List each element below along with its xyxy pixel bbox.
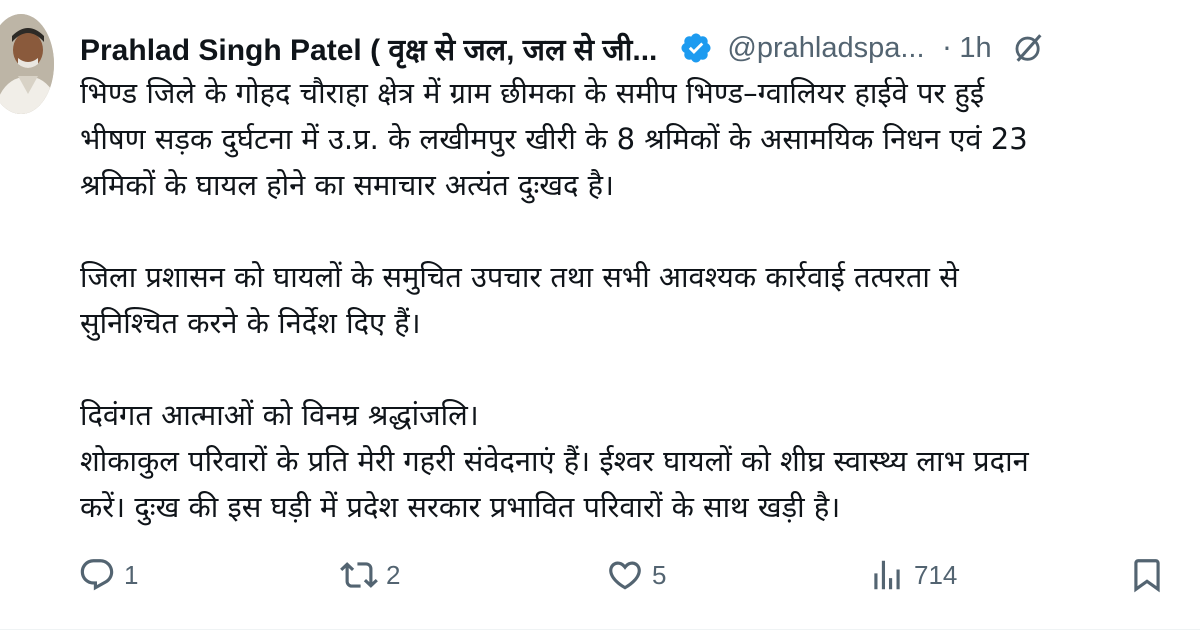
bookmark-button[interactable] [1128,552,1166,598]
bookmark-icon [1134,559,1160,593]
tweet-paragraph: जिला प्रशासन को घायलों के समुचित उपचार त… [80,254,1200,346]
reply-count: 1 [124,559,139,590]
verified-badge-icon [681,33,711,63]
tweet-line: जिला प्रशासन को घायलों के समुचित उपचार त… [80,260,959,294]
tweet-card[interactable]: Prahlad Singh Patel ( वृक्ष से जल, जल से… [0,0,1200,630]
tweet-line: दिवंगत आत्माओं को विनम्र श्रद्धांजलि। [80,398,479,432]
author-handle[interactable]: @prahladspa... [727,32,924,65]
tweet-line: करें। दुःख की इस घड़ी में प्रदेश सरकार प… [80,490,841,524]
tweet-paragraph: भिण्ड जिले के गोहद चौराहा क्षेत्र में ग्… [80,70,1200,208]
profile-photo-icon [0,14,54,114]
repost-icon [340,562,378,588]
reply-button[interactable]: 1 [78,552,138,598]
like-count: 5 [652,559,667,590]
views-count: 714 [914,559,958,590]
tweet-timestamp[interactable]: 1h [959,32,991,65]
repost-count: 2 [386,559,401,590]
views-icon [874,560,900,590]
tweet-paragraph: दिवंगत आत्माओं को विनम्र श्रद्धांजलि। शो… [80,392,1200,530]
tweet-text: भिण्ड जिले के गोहद चौराहा क्षेत्र में ग्… [80,70,1200,530]
grok-icon[interactable] [1012,31,1046,65]
tweet-line: शोकाकुल परिवारों के प्रति मेरी गहरी संवे… [80,444,1029,478]
repost-button[interactable]: 2 [340,552,400,598]
tweet-line: श्रमिकों के घायल होने का समाचार अत्यंत द… [80,168,615,202]
tweet-line: भिण्ड जिले के गोहद चौराहा क्षेत्र में ग्… [80,76,985,110]
like-button[interactable]: 5 [606,552,666,598]
tweet-line: सुनिश्चित करने के निर्देश दिए हैं। [80,306,421,340]
tweet-header: Prahlad Singh Patel ( वृक्ष से जल, जल से… [80,26,1190,70]
avatar[interactable] [0,14,54,114]
tweet-actions: 1 2 5 714 [78,552,1178,598]
tweet-line: भीषण सड़क दुर्घटना में उ.प्र. के लखीमपुर… [80,122,1028,156]
views-button[interactable]: 714 [868,552,957,598]
reply-icon [80,559,114,591]
like-icon [609,561,641,590]
author-name[interactable]: Prahlad Singh Patel ( वृक्ष से जल, जल से… [80,28,657,69]
separator-dot: · [942,31,952,65]
